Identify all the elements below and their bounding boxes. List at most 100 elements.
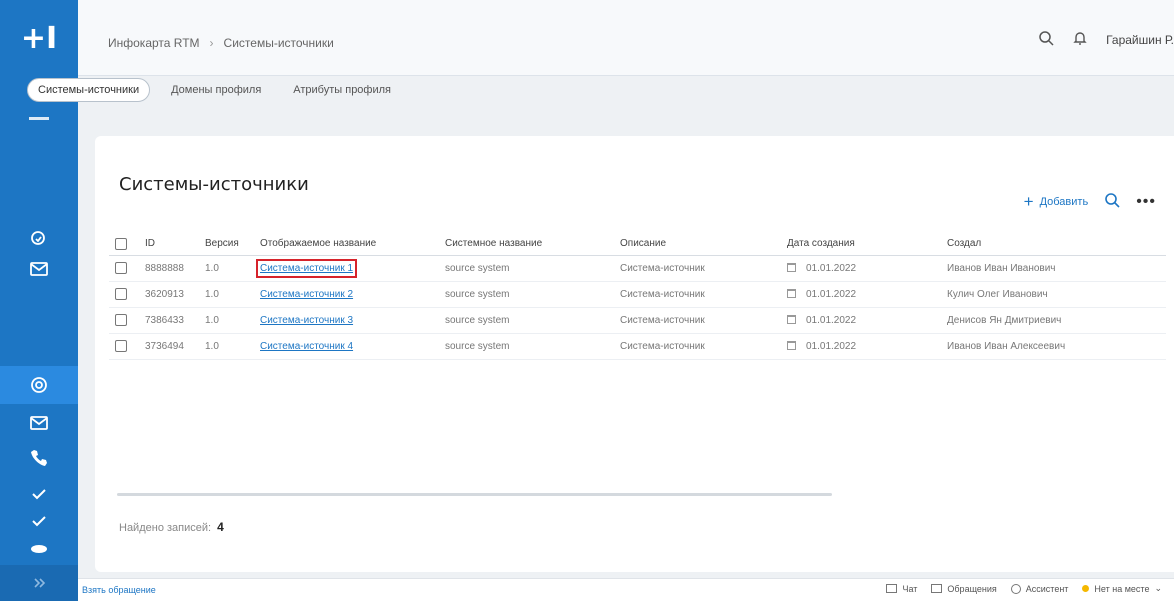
source-systems-table: ID Версия Отображаемое название Системно… <box>109 233 1166 360</box>
display-name-link[interactable]: Система-источник 3 <box>260 315 353 326</box>
check-done-icon[interactable] <box>27 509 51 533</box>
column-header-created-date[interactable]: Дата создания <box>781 233 941 256</box>
cell-date: 01.01.2022 <box>806 314 857 326</box>
cell-description: Система-источник <box>614 307 781 334</box>
add-button-label: Добавить <box>1039 195 1089 208</box>
cell-id: 8888888 <box>139 255 199 282</box>
search-users-icon[interactable] <box>27 227 51 251</box>
calendar-icon <box>787 263 796 273</box>
cell-id: 7386433 <box>139 307 199 334</box>
cell-author: Кулич Олег Иванович <box>941 281 1166 308</box>
check-icon[interactable] <box>27 482 51 506</box>
sidebar-footer <box>0 565 78 601</box>
horizontal-scrollbar[interactable] <box>117 493 832 496</box>
cell-version: 1.0 <box>199 281 254 308</box>
cell-version: 1.0 <box>199 255 254 282</box>
breadcrumb-item-root[interactable]: Инфокарта RTM <box>108 36 200 50</box>
column-header-system-name[interactable]: Системное название <box>439 233 614 256</box>
table-row[interactable]: 3620913 1.0 Система-источник 2 source sy… <box>109 281 1166 308</box>
status-selector[interactable]: Нет на месте ⌄ <box>1082 583 1162 594</box>
cloud-icon[interactable] <box>27 536 51 560</box>
cell-date: 01.01.2022 <box>806 340 857 352</box>
cell-system-name: source system <box>439 255 614 282</box>
search-icon[interactable] <box>1038 30 1054 49</box>
subtabs: Системы-источники Домены профиля Атрибут… <box>27 78 402 102</box>
assistant-label: Ассистент <box>1025 583 1069 594</box>
column-header-created-by[interactable]: Создал <box>941 233 1166 256</box>
cell-date: 01.01.2022 <box>806 288 857 300</box>
cell-date: 01.01.2022 <box>806 262 857 274</box>
requests-label: Обращения <box>947 583 997 594</box>
tab-profile-attributes[interactable]: Атрибуты профиля <box>282 78 402 102</box>
cell-author: Иванов Иван Иванович <box>941 255 1166 282</box>
tab-profile-domains[interactable]: Домены профиля <box>160 78 272 102</box>
display-name-link[interactable]: Система-источник 4 <box>260 341 353 352</box>
table-row[interactable]: 7386433 1.0 Система-источник 3 source sy… <box>109 307 1166 334</box>
collapse-menu-icon[interactable] <box>29 117 49 120</box>
column-header-description[interactable]: Описание <box>614 233 781 256</box>
top-actions: Гарайшин Р. <box>1038 30 1174 49</box>
breadcrumb: Инфокарта RTM › Системы-источники <box>108 36 334 50</box>
table-row[interactable]: 3736494 1.0 Система-источник 4 source sy… <box>109 333 1166 360</box>
row-checkbox[interactable] <box>115 340 127 352</box>
requests-button[interactable]: Обращения <box>931 583 997 594</box>
cell-version: 1.0 <box>199 333 254 360</box>
status-footer: Взять обращение Чат Обращения Ассистент … <box>78 578 1174 601</box>
status-dot-icon <box>1082 585 1090 592</box>
topbar: Инфокарта RTM › Системы-источники Гарайш… <box>78 0 1174 76</box>
select-all-checkbox[interactable] <box>115 237 127 250</box>
tab-source-systems[interactable]: Системы-источники <box>27 78 151 102</box>
table-row[interactable]: 8888888 1.0 Система-источник 1 source sy… <box>109 255 1166 282</box>
cell-description: Система-источник <box>614 281 781 308</box>
card-actions: + Добавить ••• <box>1024 192 1156 211</box>
user-name[interactable]: Гарайшин Р. <box>1106 33 1174 47</box>
table-search-icon[interactable] <box>1104 192 1120 211</box>
plus-icon: + <box>1023 192 1034 211</box>
expand-chevron-icon[interactable] <box>27 571 51 595</box>
assistant-button[interactable]: Ассистент <box>1010 583 1069 594</box>
add-button[interactable]: + Добавить <box>1024 193 1089 210</box>
records-found: Найдено записей: 4 <box>119 520 224 534</box>
page-title: Системы-источники <box>119 174 309 195</box>
calendar-icon <box>787 341 796 351</box>
footer-actions: Чат Обращения Ассистент Нет на месте ⌄ <box>886 583 1162 594</box>
table-header-row: ID Версия Отображаемое название Системно… <box>109 233 1166 256</box>
records-found-count: 4 <box>217 520 224 534</box>
chat-label: Чат <box>902 583 918 594</box>
more-options-icon[interactable]: ••• <box>1136 193 1156 211</box>
assistant-icon <box>1010 583 1021 594</box>
cell-version: 1.0 <box>199 307 254 334</box>
display-name-link[interactable]: Система-источник 2 <box>260 289 353 300</box>
take-request-link[interactable]: Взять обращение <box>82 585 156 595</box>
cell-id: 3736494 <box>139 333 199 360</box>
cell-system-name: source system <box>439 333 614 360</box>
app-logo[interactable]: +I <box>10 18 68 60</box>
records-found-label: Найдено записей: <box>119 522 212 534</box>
row-checkbox[interactable] <box>115 288 127 300</box>
mail-icon[interactable] <box>27 411 51 435</box>
column-header-version[interactable]: Версия <box>199 233 254 256</box>
mail-check-icon[interactable] <box>27 257 51 281</box>
calendar-icon <box>787 289 796 299</box>
cell-system-name: source system <box>439 281 614 308</box>
status-label: Нет на месте <box>1094 583 1150 594</box>
bell-icon[interactable] <box>1072 30 1088 49</box>
cell-author: Иванов Иван Алексеевич <box>941 333 1166 360</box>
main-card: Системы-источники + Добавить ••• ID Верс… <box>95 136 1174 572</box>
cell-description: Система-источник <box>614 333 781 360</box>
requests-icon <box>931 584 943 593</box>
column-header-display-name[interactable]: Отображаемое название <box>254 233 439 256</box>
breadcrumb-separator-icon: › <box>209 36 214 50</box>
chevron-down-icon: ⌄ <box>1154 583 1162 593</box>
cell-author: Денисов Ян Дмитриевич <box>941 307 1166 334</box>
settings-icon[interactable] <box>27 373 51 397</box>
chat-button[interactable]: Чат <box>886 584 917 594</box>
column-header-id[interactable]: ID <box>139 233 199 256</box>
row-checkbox[interactable] <box>115 262 127 274</box>
cell-id: 3620913 <box>139 281 199 308</box>
phone-icon[interactable] <box>27 446 51 470</box>
breadcrumb-item-current: Системы-источники <box>223 36 334 50</box>
display-name-link[interactable]: Система-источник 1 <box>255 258 358 278</box>
row-checkbox[interactable] <box>115 314 127 326</box>
calendar-icon <box>787 315 796 325</box>
